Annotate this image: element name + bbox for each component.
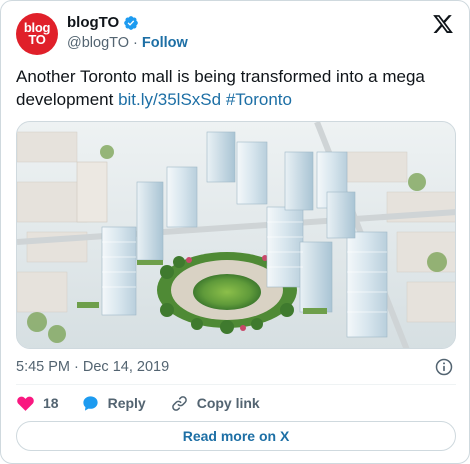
development-rendering-image [17,122,455,348]
reply-button[interactable]: Reply [81,394,146,413]
actions-bar: 18 Reply Copy link [16,393,260,413]
follow-button[interactable]: Follow [142,35,188,51]
tweet-link[interactable]: bit.ly/35lSxSd [118,90,221,109]
reply-label: Reply [107,395,146,411]
tweet-body: Another Toronto mall is being transforme… [16,67,425,109]
avatar[interactable]: blog TO [16,13,58,55]
reply-bubble-icon [82,395,98,411]
handle-row: @blogTO · Follow [67,35,188,51]
copy-link-button[interactable]: Copy link [170,394,260,413]
copy-link-label: Copy link [196,395,260,411]
handle[interactable]: @blogTO [67,35,129,51]
heart-icon [17,396,34,411]
verified-badge-icon [124,15,139,30]
tweet-card: blog TO blogTO @blogTO · Follow Another … [0,0,470,464]
info-icon[interactable] [434,357,454,377]
timestamp[interactable]: 5:45 PM · Dec 14, 2019 [16,359,169,375]
divider [16,384,456,385]
tweet-text: Another Toronto mall is being transforme… [16,65,456,111]
like-button[interactable]: 18 [16,394,59,413]
name-row: blogTO [67,14,139,31]
x-logo-icon[interactable] [432,13,454,35]
avatar-text-line2: TO [28,32,46,47]
read-more-button[interactable]: Read more on X [16,421,456,451]
link-icon [171,395,187,411]
tweet-image[interactable] [16,121,456,349]
separator: · [133,35,138,51]
tweet-hashtag[interactable]: #Toronto [226,90,292,109]
like-count: 18 [43,395,59,411]
display-name[interactable]: blogTO [67,14,119,31]
